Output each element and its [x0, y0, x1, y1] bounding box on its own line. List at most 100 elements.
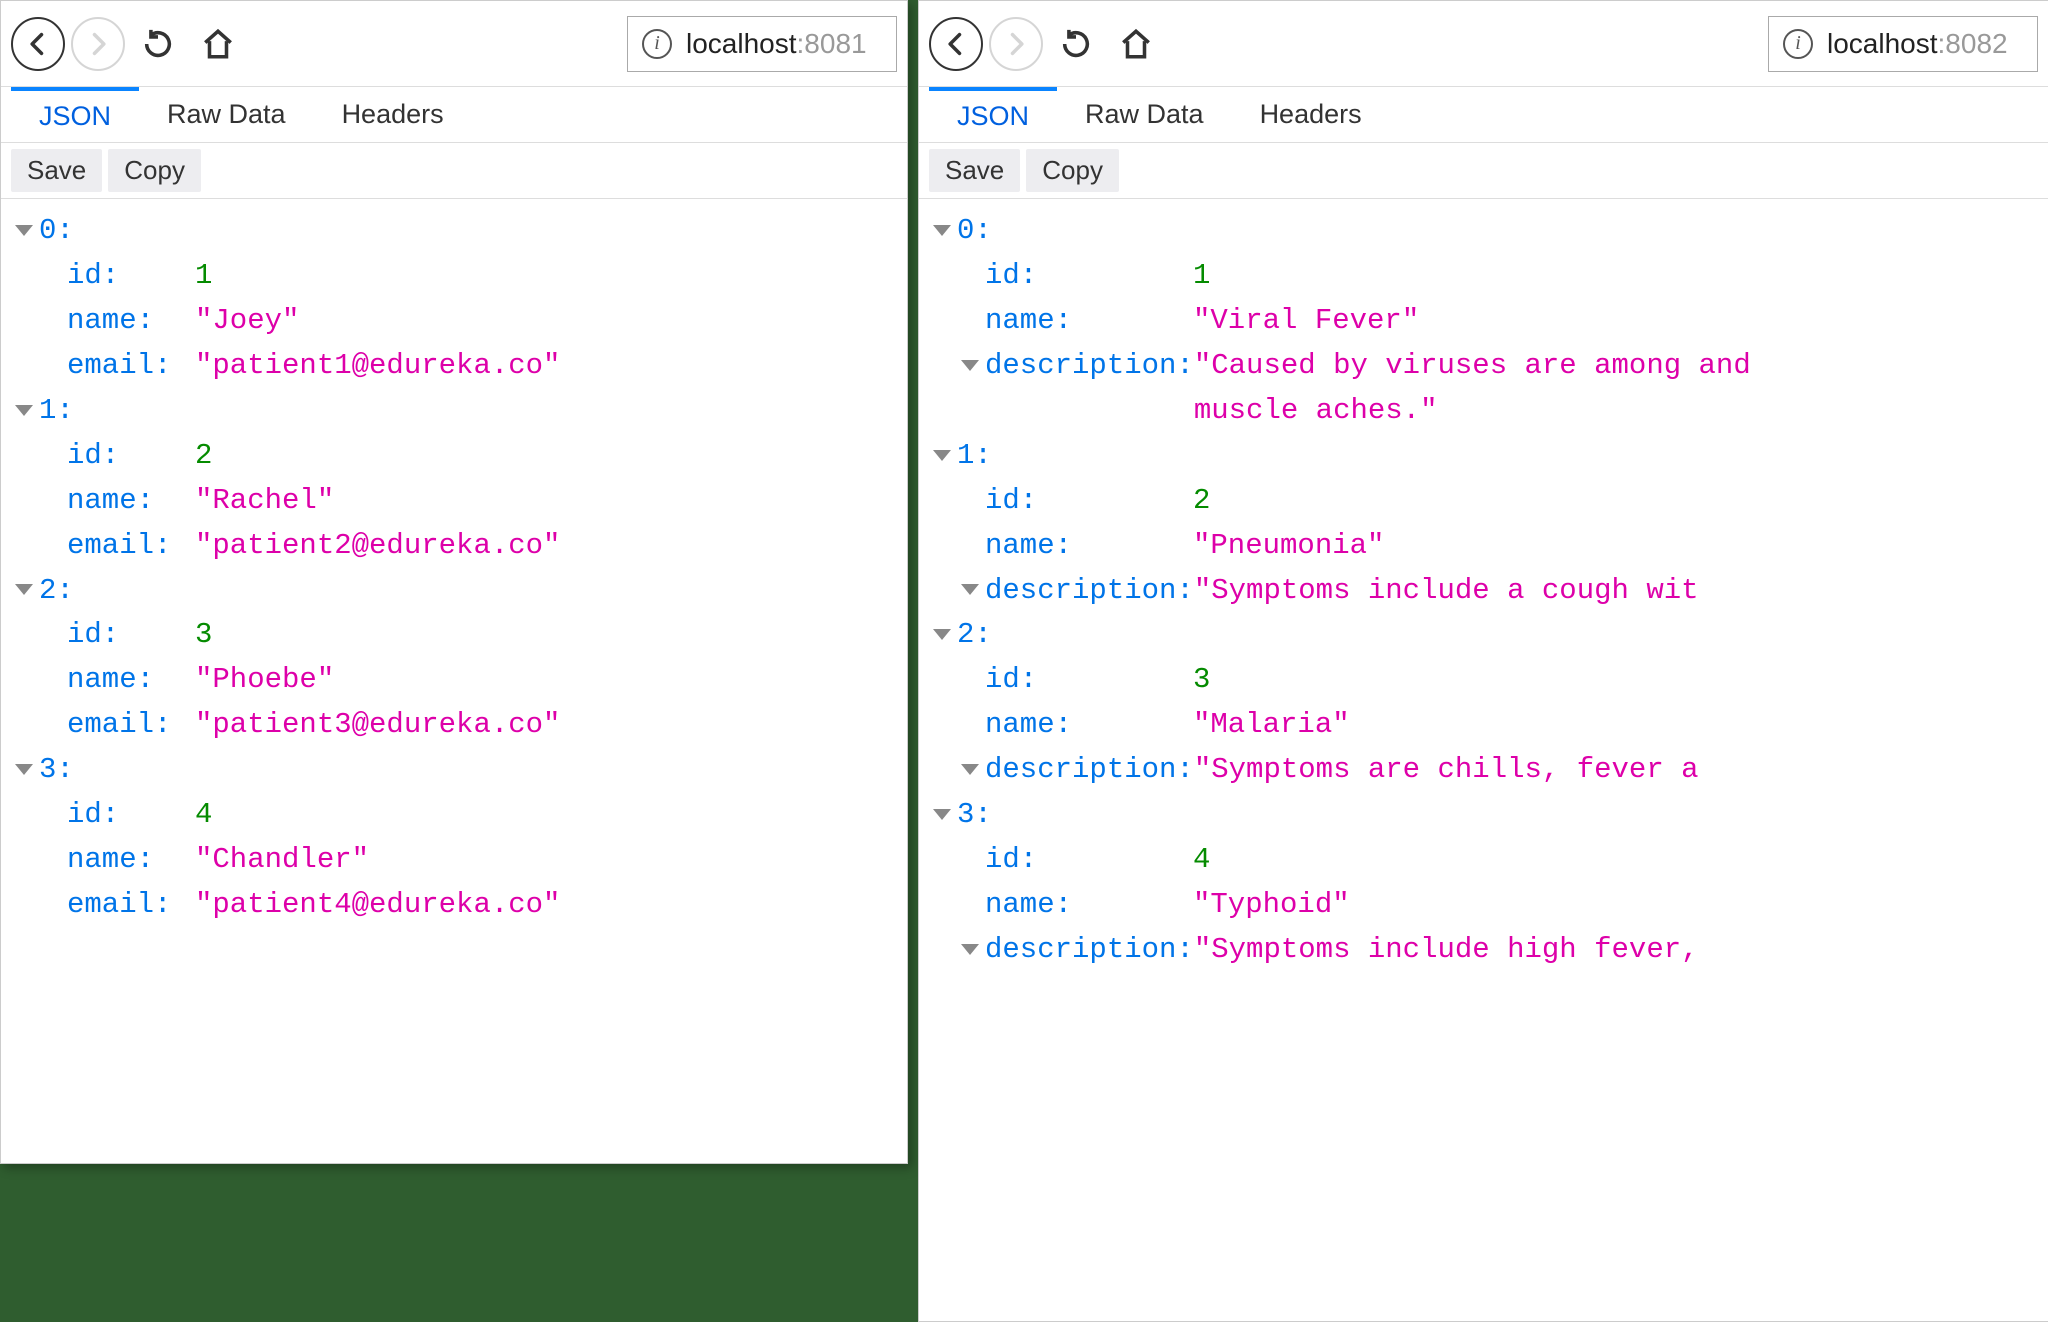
url-bar[interactable]: i localhost:8082 [1768, 16, 2038, 72]
back-button[interactable] [929, 17, 983, 71]
tab-raw-data[interactable]: Raw Data [139, 87, 314, 142]
url-port: :8082 [1938, 28, 2008, 60]
chevron-down-icon[interactable] [933, 450, 951, 461]
save-button[interactable]: Save [929, 149, 1020, 192]
forward-button[interactable] [989, 17, 1043, 71]
json-value-string: "patient3@edureka.co" [195, 703, 560, 748]
json-viewer: 0:id:1name:"Viral Fever"description:"Cau… [919, 199, 2048, 1321]
json-prop-row: id:3 [933, 658, 2034, 703]
json-key: email: [15, 344, 195, 389]
reload-button[interactable] [1049, 17, 1103, 71]
json-key: id: [933, 254, 1193, 299]
chevron-down-icon[interactable] [933, 629, 951, 640]
chevron-down-icon[interactable] [961, 944, 979, 955]
tab-headers[interactable]: Headers [1232, 87, 1390, 142]
json-value-number: 2 [195, 434, 212, 479]
json-prop-row: id:1 [15, 254, 893, 299]
chevron-down-icon[interactable] [15, 764, 33, 775]
viewer-actions: Save Copy [1, 143, 907, 199]
json-key: name: [15, 838, 195, 883]
json-index-row[interactable]: 3: [15, 748, 893, 793]
json-prop-row: email:"patient1@edureka.co" [15, 344, 893, 389]
json-prop-row: name:"Phoebe" [15, 658, 893, 703]
json-prop-row: id:4 [15, 793, 893, 838]
json-value-string: "Joey" [195, 299, 299, 344]
chevron-down-icon[interactable] [961, 584, 979, 595]
json-key: id: [933, 479, 1193, 524]
json-prop-row: id:4 [933, 838, 2034, 883]
json-key: name: [933, 524, 1193, 569]
json-prop-row: description:"Caused by viruses are among… [933, 344, 2034, 434]
json-prop-row: name:"Chandler" [15, 838, 893, 883]
json-key: name: [933, 703, 1193, 748]
json-index-row[interactable]: 0: [933, 209, 2034, 254]
json-value-string: "patient2@edureka.co" [195, 524, 560, 569]
url-port: :8081 [797, 28, 867, 60]
json-key: email: [15, 703, 195, 748]
json-index-row[interactable]: 2: [15, 569, 893, 614]
copy-button[interactable]: Copy [108, 149, 201, 192]
json-key[interactable]: description: [933, 748, 1194, 793]
tab-json[interactable]: JSON [929, 87, 1057, 142]
json-key[interactable]: description: [933, 344, 1194, 434]
toolbar: i localhost:8082 [919, 1, 2048, 87]
info-icon[interactable]: i [1783, 29, 1813, 59]
json-value-string: "Rachel" [195, 479, 334, 524]
json-index-row[interactable]: 0: [15, 209, 893, 254]
json-index-row[interactable]: 1: [15, 389, 893, 434]
json-prop-row: id:1 [933, 254, 2034, 299]
back-button[interactable] [11, 17, 65, 71]
json-prop-row: id:2 [933, 479, 2034, 524]
home-button[interactable] [1109, 17, 1163, 71]
json-value-number: 2 [1193, 479, 1210, 524]
json-value-string: "Symptoms include high fever, [1194, 928, 1699, 973]
json-index-row[interactable]: 3: [933, 793, 2034, 838]
url-bar[interactable]: i localhost:8081 [627, 16, 897, 72]
tab-json[interactable]: JSON [11, 87, 139, 142]
json-value-string: "Pneumonia" [1193, 524, 1384, 569]
reload-button[interactable] [131, 17, 185, 71]
viewer-actions: Save Copy [919, 143, 2048, 199]
json-key[interactable]: description: [933, 569, 1194, 614]
json-prop-row: name:"Typhoid" [933, 883, 2034, 928]
chevron-down-icon[interactable] [933, 225, 951, 236]
json-prop-row: description:"Symptoms include a cough wi… [933, 569, 2034, 614]
json-value-number: 4 [1193, 838, 1210, 883]
json-prop-row: email:"patient4@edureka.co" [15, 883, 893, 928]
json-key: id: [15, 613, 195, 658]
json-key: id: [15, 793, 195, 838]
json-key[interactable]: description: [933, 928, 1194, 973]
json-key: name: [15, 299, 195, 344]
copy-button[interactable]: Copy [1026, 149, 1119, 192]
toolbar: i localhost:8081 [1, 1, 907, 87]
tab-headers[interactable]: Headers [314, 87, 472, 142]
home-button[interactable] [191, 17, 245, 71]
json-key: id: [933, 658, 1193, 703]
chevron-down-icon[interactable] [933, 809, 951, 820]
chevron-down-icon[interactable] [961, 360, 979, 371]
info-icon[interactable]: i [642, 29, 672, 59]
json-prop-row: description:"Symptoms include high fever… [933, 928, 2034, 973]
chevron-down-icon[interactable] [15, 405, 33, 416]
json-index-row[interactable]: 2: [933, 613, 2034, 658]
json-value-string: "Caused by viruses are among and muscle … [1194, 344, 1834, 434]
json-prop-row: name:"Joey" [15, 299, 893, 344]
json-key: name: [15, 658, 195, 703]
json-prop-row: name:"Malaria" [933, 703, 2034, 748]
json-value-number: 4 [195, 793, 212, 838]
json-prop-row: name:"Rachel" [15, 479, 893, 524]
tab-raw-data[interactable]: Raw Data [1057, 87, 1232, 142]
json-value-number: 1 [1193, 254, 1210, 299]
json-prop-row: email:"patient2@edureka.co" [15, 524, 893, 569]
chevron-down-icon[interactable] [15, 225, 33, 236]
chevron-down-icon[interactable] [15, 584, 33, 595]
json-value-number: 3 [195, 613, 212, 658]
json-index-row[interactable]: 1: [933, 434, 2034, 479]
json-value-string: "patient1@edureka.co" [195, 344, 560, 389]
json-prop-row: id:2 [15, 434, 893, 479]
forward-button[interactable] [71, 17, 125, 71]
save-button[interactable]: Save [11, 149, 102, 192]
json-key: id: [933, 838, 1193, 883]
chevron-down-icon[interactable] [961, 764, 979, 775]
json-value-number: 1 [195, 254, 212, 299]
